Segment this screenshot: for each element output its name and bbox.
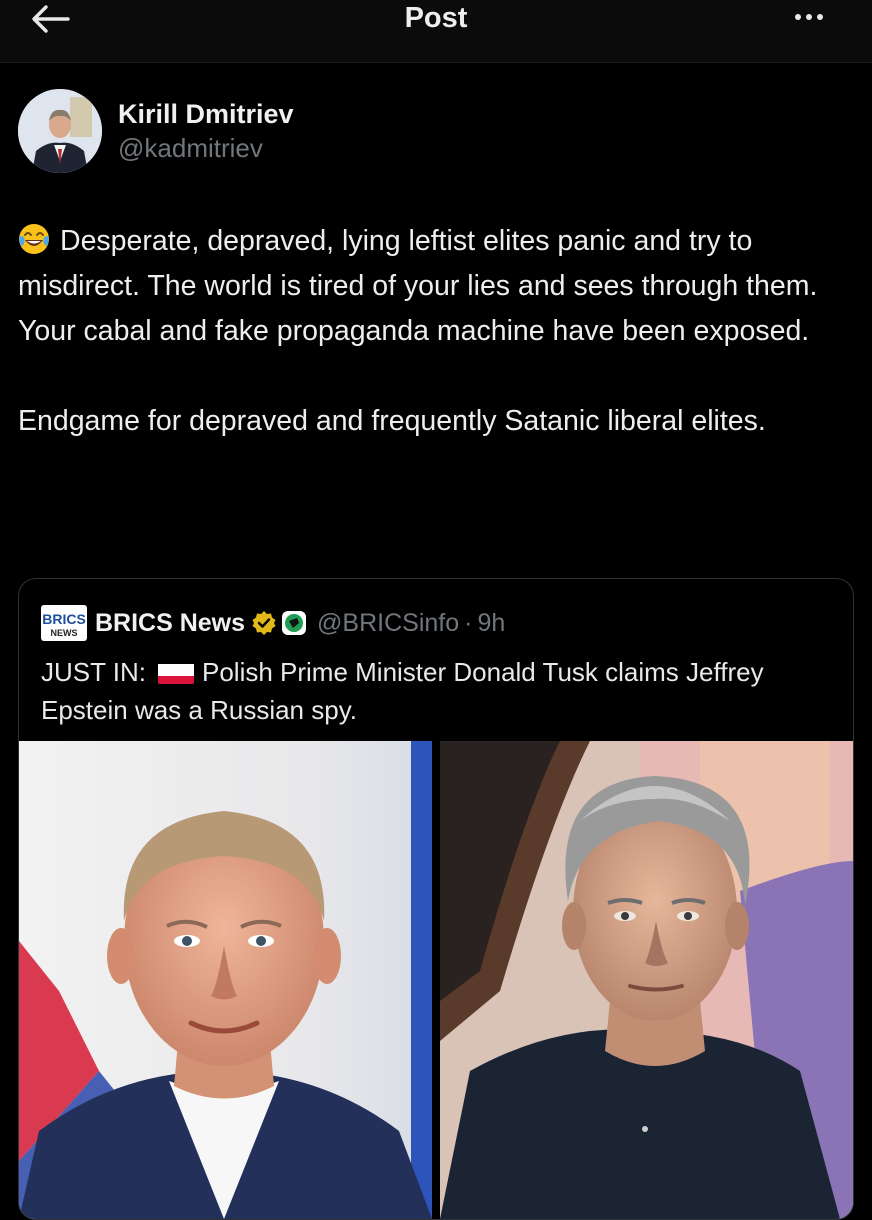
face-with-tears-of-joy-icon xyxy=(19,224,49,254)
quoted-post-header: BRICS NEWS BRICS News @BRICSinfo · 9h xyxy=(41,605,505,641)
svg-text:NEWS: NEWS xyxy=(51,628,78,638)
quoted-timestamp[interactable]: 9h xyxy=(477,609,505,638)
post-paragraph-1: Desperate, depraved, lying leftist elite… xyxy=(18,219,848,354)
page-title: Post xyxy=(404,2,468,34)
photo-donald-tusk-drawing xyxy=(19,741,432,1219)
quoted-author-handle[interactable]: @BRICSinfo xyxy=(317,609,459,638)
quoted-text-body: Polish Prime Minister Donald Tusk claims… xyxy=(41,657,764,725)
post-paragraph-1-text: Desperate, depraved, lying leftist elite… xyxy=(18,225,818,347)
photo-jeffrey-epstein[interactable] xyxy=(440,741,853,1219)
quoted-post-text: JUST IN: Polish Prime Minister Donald Tus… xyxy=(41,653,831,729)
quoted-post[interactable]: BRICS NEWS BRICS News @BRICSinfo · 9h JU… xyxy=(18,578,854,1220)
photo-jeffrey-epstein-drawing xyxy=(440,741,853,1219)
more-dot xyxy=(817,14,823,20)
top-bar: Post xyxy=(0,0,872,63)
quoted-text-prefix: JUST IN: xyxy=(41,657,146,687)
more-options-button[interactable] xyxy=(784,4,834,30)
brics-news-logo[interactable]: BRICS NEWS xyxy=(41,605,87,641)
photo-donald-tusk[interactable] xyxy=(19,741,432,1219)
more-dot xyxy=(806,14,812,20)
quoted-author-name[interactable]: BRICS News xyxy=(95,609,245,638)
poland-flag-icon xyxy=(157,660,194,684)
affiliate-badge-icon xyxy=(281,610,307,636)
more-horizontal-icon xyxy=(795,14,801,20)
avatar[interactable] xyxy=(18,89,102,173)
post-paragraph-2: Endgame for depraved and frequently Sata… xyxy=(18,405,766,437)
author-handle[interactable]: @kadmitriev xyxy=(118,132,294,164)
gold-verified-badge-icon xyxy=(251,610,277,636)
author-name[interactable]: Kirill Dmitriev xyxy=(118,98,294,130)
quoted-post-media xyxy=(19,741,853,1219)
quoted-separator: · xyxy=(464,608,473,637)
avatar-photo xyxy=(18,89,102,173)
svg-text:BRICS: BRICS xyxy=(42,611,86,627)
post-text: Desperate, depraved, lying leftist elite… xyxy=(18,219,848,444)
post-author: Kirill Dmitriev @kadmitriev xyxy=(18,88,294,174)
